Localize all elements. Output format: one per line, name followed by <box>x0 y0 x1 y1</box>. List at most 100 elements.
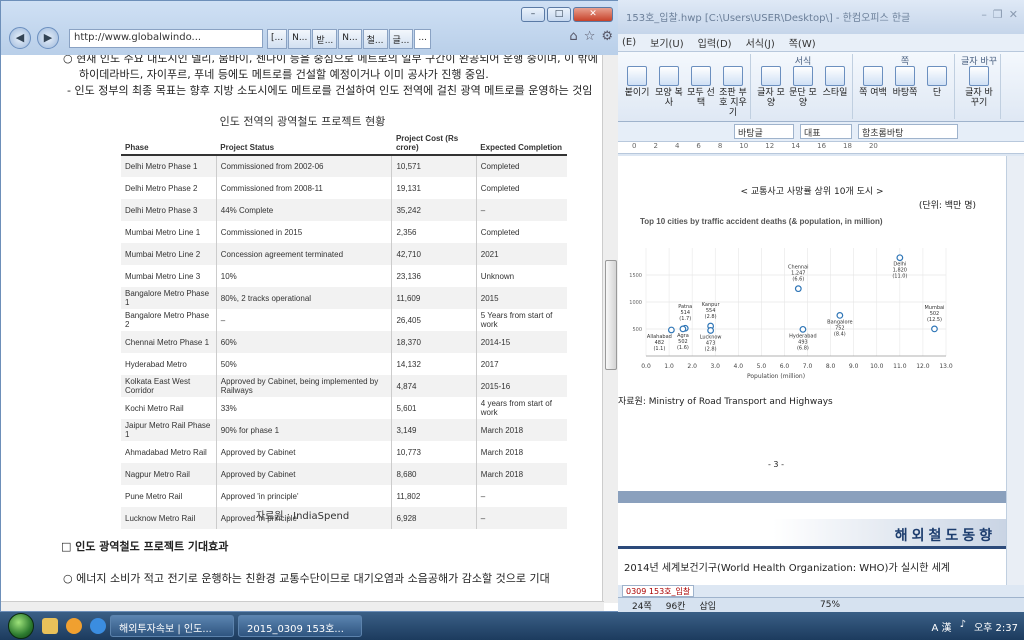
data-point <box>707 327 715 334</box>
font-combo[interactable]: 함초롬바탕 <box>858 124 958 139</box>
chrome-icon[interactable] <box>66 618 82 634</box>
hwp-vertical-scrollbar[interactable] <box>1006 156 1024 586</box>
table-row: Mumbai Metro Line 3 10% 23,136 Unknown <box>121 265 567 287</box>
table-cell: 8,680 <box>391 463 477 485</box>
table-cell: 2021 <box>476 243 567 265</box>
browser-tab[interactable]: [... <box>267 29 288 49</box>
menu-insert[interactable]: 입력(D) <box>698 35 732 50</box>
table-cell: Approved by Cabinet <box>216 463 393 485</box>
insert-mode[interactable]: 삽입 <box>699 599 716 612</box>
settings-gear-icon[interactable]: ⚙ <box>601 29 613 44</box>
explorer-icon[interactable] <box>42 618 58 634</box>
taskbar-item-ie[interactable]: 해외투자속보 | 인도... <box>110 615 234 637</box>
minimize-button[interactable]: – <box>981 8 987 21</box>
body-text: 2014년 세계보건기구(World Health Organization: … <box>624 563 950 574</box>
style-combo[interactable]: 바탕글 <box>734 124 794 139</box>
zoom-level[interactable]: 75% <box>820 600 840 610</box>
clock[interactable]: 오후 2:37 <box>974 619 1018 634</box>
ribbon-button[interactable]: 붙이기 <box>623 66 651 118</box>
ime-icon[interactable]: A 漢 <box>932 619 952 634</box>
ribbon-button[interactable]: 쪽 여백 <box>859 66 887 98</box>
x-tick-label: 1.0 <box>664 363 674 370</box>
browser-tab[interactable]: 글... <box>388 29 414 49</box>
maximize-button[interactable]: □ <box>547 7 571 22</box>
ribbon-button-label: 모양 복사 <box>655 88 683 108</box>
menu-edit[interactable]: (E) <box>622 37 636 48</box>
ribbon-group-title: 쪽 <box>900 57 910 67</box>
ribbon-button[interactable]: 모두 선택 <box>687 66 715 118</box>
table-cell: 50% <box>216 353 393 375</box>
table-row: Delhi Metro Phase 2 Commissioned from 200… <box>121 177 567 199</box>
ribbon-button[interactable]: 스타일 <box>821 66 849 108</box>
horizontal-scrollbar[interactable] <box>1 601 604 611</box>
language-combo[interactable]: 대표 <box>800 124 852 139</box>
ribbon-button[interactable]: 글자 모양 <box>757 66 785 108</box>
restore-button[interactable]: ❐ <box>993 8 1003 21</box>
browser-tabs: [... N... 받... N... 철... 글... ... <box>267 29 431 49</box>
ribbon-button-label: 문단 모양 <box>789 88 817 108</box>
banner-text: 해외철도동향 <box>894 528 996 544</box>
table-cell: 2,356 <box>391 221 477 243</box>
table-cell: 60% <box>216 331 393 353</box>
table-cell: Delhi Metro Phase 3 <box>121 199 217 221</box>
browser-tab[interactable]: N... <box>338 29 362 49</box>
table-cell: March 2018 <box>480 447 524 457</box>
ribbon-button[interactable]: 문단 모양 <box>789 66 817 108</box>
ribbon-button-icon <box>627 66 647 86</box>
table-header: Project Status <box>216 131 392 156</box>
address-bar[interactable]: http://www.globalwindo... <box>69 29 263 48</box>
menu-view[interactable]: 보기(U) <box>650 35 684 50</box>
browser-tab[interactable]: N... <box>288 29 312 49</box>
table-cell: 3,149 <box>391 419 477 441</box>
table-cell: Pune Metro Rail <box>121 485 217 507</box>
ribbon-button[interactable]: 모양 복사 <box>655 66 683 118</box>
taskbar-item-hwp[interactable]: 2015_0309 153호... <box>238 615 362 637</box>
table-cell: – <box>476 199 567 221</box>
browser-tab[interactable]: 받... <box>312 29 338 49</box>
home-icon[interactable]: ⌂ <box>569 29 577 44</box>
doc-tab[interactable]: 0309 153호_입찰 <box>622 585 695 597</box>
close-button[interactable]: ✕ <box>573 7 613 22</box>
table-cell: Mumbai Metro Line 3 <box>121 265 217 287</box>
chart-source: 자료원: Ministry of Road Transport and High… <box>618 397 833 407</box>
browser-tab-active[interactable]: ... <box>414 29 431 49</box>
table-cell: 33% <box>216 397 393 419</box>
ribbon-button[interactable]: 바탕쪽 <box>891 66 919 98</box>
point-label-pop: (1.6) <box>677 345 689 351</box>
ribbon-button-icon <box>895 66 915 86</box>
table-cell: 35,242 <box>391 199 477 221</box>
table-row: Ahmadabad Metro Rail Approved by Cabinet 1… <box>121 441 567 463</box>
y-tick-label: 1500 <box>629 273 642 279</box>
table-cell: Kolkata East West Corridor <box>121 375 217 397</box>
table-cell: 26,405 <box>391 309 477 331</box>
browser-tab[interactable]: 철... <box>362 29 388 49</box>
table-header: Project Cost (Rs crore) <box>391 131 477 156</box>
browser-window: – □ ✕ ◀ ▶ http://www.globalwindo... [...… <box>0 0 620 612</box>
volume-icon[interactable]: ♪ <box>960 619 966 634</box>
minimize-button[interactable]: – <box>521 7 545 22</box>
ie-icon[interactable] <box>90 618 106 634</box>
page-break <box>618 491 1006 503</box>
table-source: 자료원 : IndiaSpend <box>255 511 350 522</box>
ribbon-button-label: 바탕쪽 <box>892 88 918 98</box>
hwp-statusbar: 24쪽 96칸 삽입 75% <box>618 597 1024 612</box>
back-icon[interactable]: ◀ <box>9 27 31 49</box>
x-tick-label: 9.0 <box>849 363 859 370</box>
table-cell: March 2018 <box>476 463 567 485</box>
favorites-icon[interactable]: ☆ <box>584 29 596 44</box>
close-button[interactable]: ✕ <box>1009 8 1018 21</box>
page-number: - 3 - <box>768 460 784 469</box>
ribbon-button[interactable]: 글자 바꾸기 <box>965 66 993 108</box>
menu-page[interactable]: 쪽(W) <box>789 35 816 50</box>
table-header: Expected Completion <box>476 131 567 156</box>
table-cell: – <box>216 309 393 331</box>
taskbar: 해외투자속보 | 인도... 2015_0309 153호... A 漢 ♪ 오… <box>0 612 1024 640</box>
ribbon-button[interactable]: 단 <box>923 66 951 98</box>
vertical-scrollbar[interactable] <box>602 55 619 603</box>
ribbon-button[interactable]: 조판 부호 지우기 <box>719 66 747 118</box>
menu-format[interactable]: 서식(J) <box>746 35 775 50</box>
start-button[interactable] <box>8 613 34 639</box>
forward-icon[interactable]: ▶ <box>37 27 59 49</box>
scrollbar-thumb[interactable] <box>605 260 617 370</box>
table-cell: 11,609 <box>391 287 477 309</box>
